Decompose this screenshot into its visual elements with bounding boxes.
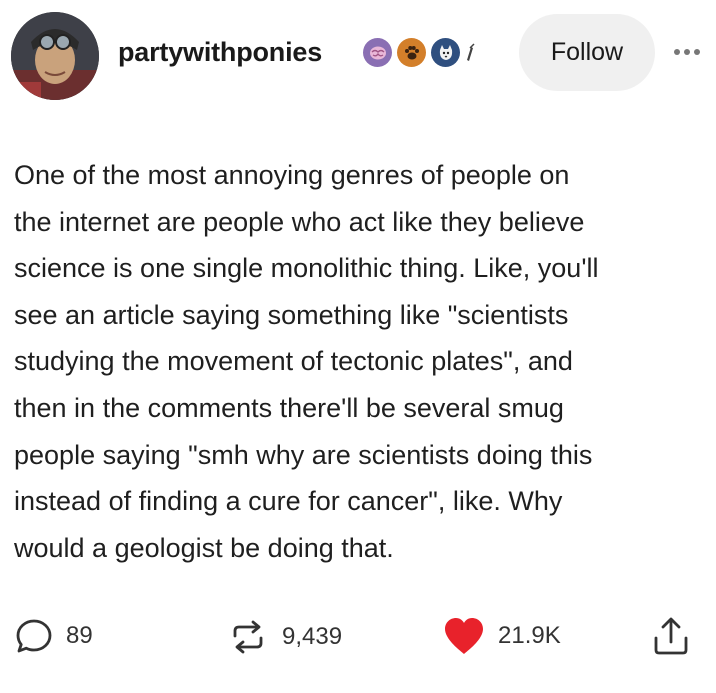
badge-row [363,38,475,67]
cat-badge-icon[interactable] [431,38,460,67]
post-text-line: instead of finding a cure for cancer", l… [14,486,563,517]
like-button[interactable]: 21.9K [442,616,561,656]
paw-badge-icon[interactable] [397,38,426,67]
follow-button[interactable]: Follow [519,14,655,91]
post-text-line: people saying "smh why are scientists do… [14,439,593,470]
post-header: partywithponies Follow [0,0,716,110]
heart-icon [445,618,483,654]
post-text-line: One of the most annoying genres of peopl… [14,160,570,190]
post-text-line: studying the movement of tectonic plates… [14,346,573,377]
avatar[interactable] [11,12,99,100]
reblog-button[interactable]: 9,439 [228,617,342,657]
more-options-icon[interactable] [664,42,710,62]
post-footer: 89 9,439 21.9K [0,608,716,668]
brain-badge-icon[interactable] [363,38,392,67]
avatar-image [11,12,99,100]
post-text-line: would a geologist be doing that. [14,532,394,563]
share-icon [654,617,688,655]
speech-bubble-icon [16,619,52,653]
partial-badge-icon[interactable] [465,38,475,67]
reply-count: 89 [66,622,93,649]
username[interactable]: partywithponies [118,37,322,68]
reblog-icon [233,620,263,654]
like-count: 21.9K [498,622,561,649]
post-body: One of the most annoying genres of peopl… [14,152,704,571]
reblog-count: 9,439 [282,623,343,650]
post-text-line: then in the comments there'll be several… [14,392,564,423]
post-text-line: science is one single monolithic thing. … [14,253,599,284]
post-text-line: the internet are people who act like the… [14,206,585,237]
post-text-line: see an article saying something like "sc… [14,299,569,330]
share-button[interactable] [651,616,691,663]
replies-button[interactable]: 89 [15,617,93,655]
